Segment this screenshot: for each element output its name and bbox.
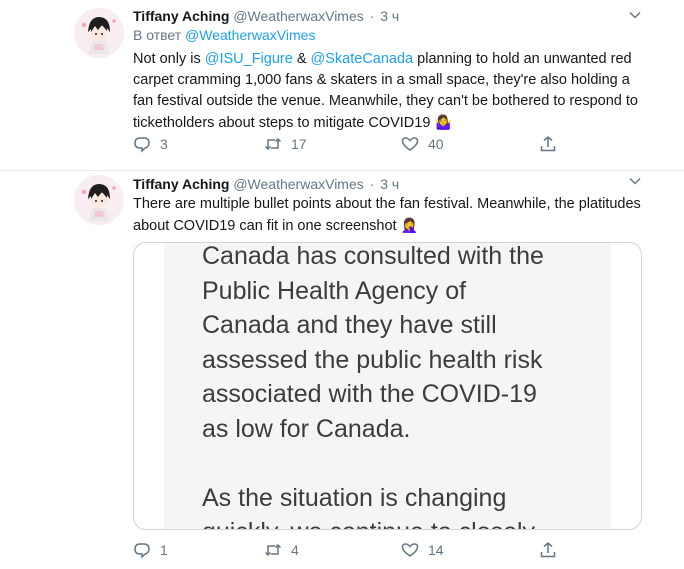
reply-count: 3 <box>160 136 168 152</box>
tweet-text: Not only is @ISU_Figure & @SkateCanada p… <box>133 49 653 134</box>
media-attachment[interactable]: Canada has consulted with the Public Hea… <box>133 242 642 530</box>
share-icon <box>540 136 556 152</box>
like-count: 14 <box>428 542 444 558</box>
heart-icon <box>401 137 419 151</box>
separator-dot: · <box>369 176 375 192</box>
tweet[interactable]: Tiffany Aching @WeatherwaxVimes · 3 ч В … <box>0 0 684 171</box>
tweet-text: There are multiple bullet points about t… <box>133 194 653 237</box>
like-count: 40 <box>428 136 444 152</box>
timestamp[interactable]: 3 ч <box>380 8 399 24</box>
retweet-icon <box>264 137 282 151</box>
display-name[interactable]: Tiffany Aching <box>133 176 229 192</box>
user-handle[interactable]: @WeatherwaxVimes <box>233 176 363 192</box>
retweet-button[interactable]: 4 <box>264 540 299 560</box>
mention-link[interactable]: @ISU_Figure <box>205 51 293 67</box>
tweet-text-segment: & <box>292 51 311 67</box>
tweet-text-segment: There are multiple bullet points about t… <box>133 196 641 234</box>
timestamp[interactable]: 3 ч <box>380 176 399 192</box>
action-bar: 1 4 14 <box>133 540 563 560</box>
chevron-down-icon[interactable] <box>628 8 642 22</box>
avatar[interactable] <box>74 8 124 58</box>
tweet-text-segment: Not only is <box>133 51 205 67</box>
share-button[interactable] <box>539 540 557 560</box>
screenshot-text: Canada has consulted with the Public Hea… <box>202 243 544 529</box>
retweet-icon <box>264 543 282 557</box>
mention-link[interactable]: @SkateCanada <box>311 51 414 67</box>
tweet-header: Tiffany Aching @WeatherwaxVimes · 3 ч <box>133 7 399 25</box>
retweet-count: 17 <box>291 136 307 152</box>
reply-count: 1 <box>160 542 168 558</box>
shrug-emoji: 🤷‍♀️ <box>434 114 452 130</box>
tweet-header: Tiffany Aching @WeatherwaxVimes · 3 ч <box>133 175 399 193</box>
like-button[interactable]: 40 <box>401 134 444 154</box>
display-name[interactable]: Tiffany Aching <box>133 8 229 24</box>
separator-dot: · <box>369 8 375 24</box>
tweet[interactable]: Tiffany Aching @WeatherwaxVimes · 3 ч Th… <box>0 171 684 569</box>
heart-icon <box>401 543 419 557</box>
reply-button[interactable]: 1 <box>133 540 168 560</box>
screenshot-image: Canada has consulted with the Public Hea… <box>164 243 611 529</box>
reply-icon <box>134 543 150 559</box>
share-icon <box>540 542 556 558</box>
share-button[interactable] <box>539 134 557 154</box>
action-bar: 3 17 40 <box>133 134 563 154</box>
like-button[interactable]: 14 <box>401 540 444 560</box>
reply-mention-link[interactable]: @WeatherwaxVimes <box>185 27 315 43</box>
reply-button[interactable]: 3 <box>133 134 168 154</box>
retweet-count: 4 <box>291 542 299 558</box>
facepalm-emoji: 🤦‍♀️ <box>400 217 419 233</box>
reply-context: В ответ @WeatherwaxVimes <box>133 26 315 44</box>
user-handle[interactable]: @WeatherwaxVimes <box>233 8 363 24</box>
reply-icon <box>134 137 150 153</box>
retweet-button[interactable]: 17 <box>264 134 307 154</box>
chevron-down-icon[interactable] <box>628 174 642 188</box>
avatar[interactable] <box>74 175 124 225</box>
reply-prefix: В ответ <box>133 27 182 43</box>
